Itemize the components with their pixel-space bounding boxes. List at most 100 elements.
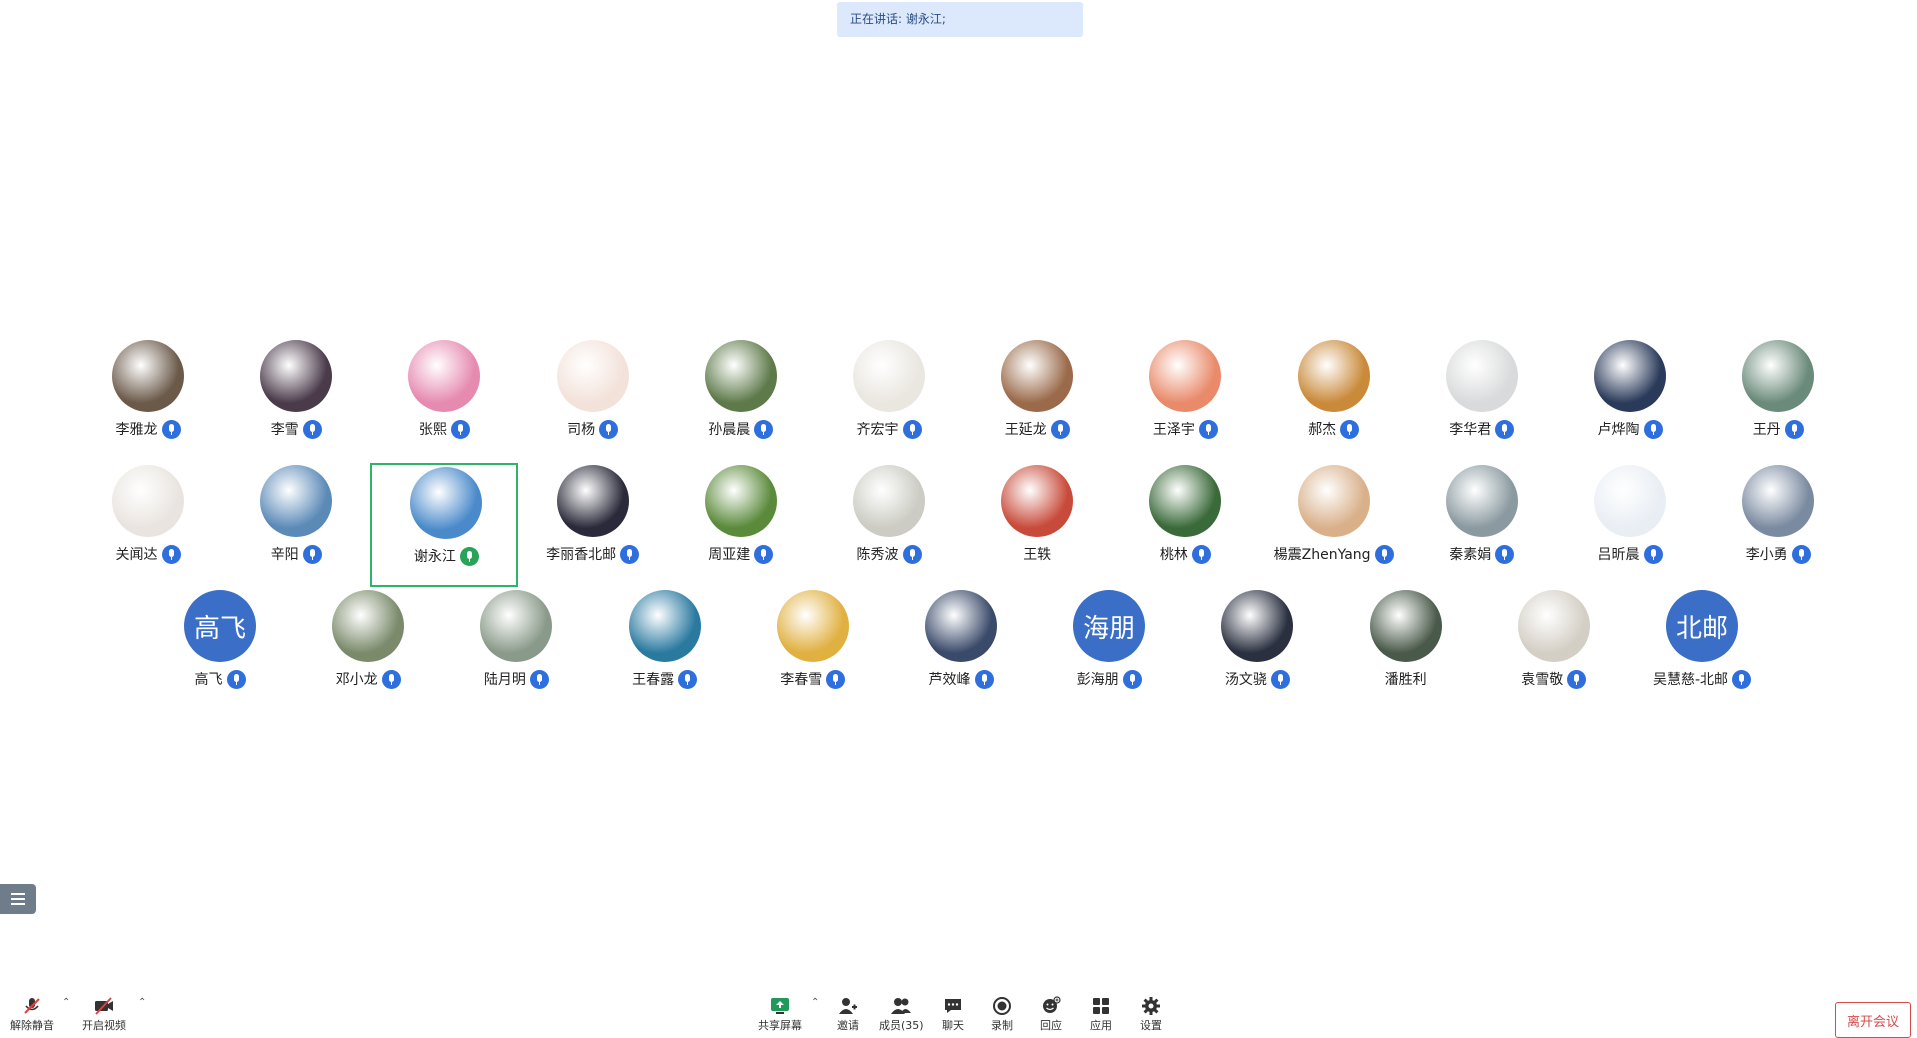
participant-name: 吴慧慈-北邮: [1652, 672, 1729, 688]
mic-icon: [1050, 419, 1070, 439]
share-screen-button[interactable]: 共享屏幕: [758, 995, 802, 1035]
participant-name-row: 彭海朋: [1035, 668, 1183, 690]
reaction-button[interactable]: 回应: [1039, 995, 1063, 1035]
participant-tile[interactable]: 吕昕晨: [1556, 463, 1704, 587]
avatar: [1001, 465, 1074, 537]
participant-name-row: 汤文骁: [1183, 668, 1331, 690]
settings-label: 设置: [1140, 1019, 1162, 1032]
avatar: [1149, 465, 1222, 537]
participant-tile[interactable]: 李雅龙: [74, 338, 222, 462]
participant-name: 桃林: [1159, 547, 1188, 563]
participant-tile[interactable]: 卢烨陶: [1556, 338, 1704, 462]
participant-name: 谢永江: [413, 549, 456, 565]
participant-tile[interactable]: 李春雪: [739, 588, 887, 712]
participant-name-row: 芦效峰: [887, 668, 1035, 690]
participant-tile[interactable]: 李华君: [1408, 338, 1556, 462]
participant-tile[interactable]: 海朋 彭海朋: [1035, 588, 1183, 712]
share-options-caret-icon[interactable]: ⌃: [811, 997, 819, 1008]
avatar: [112, 465, 184, 537]
participant-name-row: 李春雪: [739, 668, 887, 690]
avatar: [556, 340, 629, 412]
participant-name: 王泽宇: [1152, 422, 1195, 438]
start-video-button[interactable]: 开启视频: [82, 995, 126, 1035]
participant-name: 李春雪: [780, 672, 823, 688]
mic-icon: [381, 669, 401, 689]
participant-tile[interactable]: 司杨: [519, 338, 667, 462]
member-list-toggle-button[interactable]: [0, 884, 36, 914]
avatar: 海朋: [1073, 590, 1146, 662]
avatar: [925, 590, 997, 662]
avatar: [1297, 465, 1370, 537]
unmute-button[interactable]: 解除静音: [10, 995, 54, 1035]
participant-tile[interactable]: 周亚建: [667, 463, 815, 587]
participant-tile[interactable]: 陆月明: [442, 588, 590, 712]
avatar: [260, 340, 333, 412]
avatar: [1001, 340, 1074, 412]
settings-button[interactable]: 设置: [1139, 995, 1163, 1035]
participant-tile[interactable]: 齐宏宇: [815, 338, 963, 462]
participant-name-row: 王泽宇: [1111, 418, 1259, 440]
video-options-caret-icon[interactable]: ⌃: [138, 997, 146, 1008]
avatar: [1445, 465, 1518, 537]
apps-button[interactable]: 应用: [1089, 995, 1113, 1035]
participant-tile[interactable]: 孙晨晨: [667, 338, 815, 462]
mic-icon: [1643, 419, 1663, 439]
participant-tile[interactable]: 关闻达: [74, 463, 222, 587]
participant-name-row: 周亚建: [667, 543, 815, 565]
participant-name: 卢烨陶: [1597, 422, 1640, 438]
participant-tile[interactable]: 王轶: [963, 463, 1111, 587]
participant-name: 王丹: [1752, 422, 1781, 438]
participant-tile[interactable]: 楊震ZhenYang: [1260, 463, 1408, 587]
participant-name-row: 李雅龙: [74, 418, 222, 440]
participant-tile[interactable]: 张熙: [370, 338, 518, 462]
mic-icon: [754, 544, 774, 564]
participant-tile[interactable]: 陈秀波: [815, 463, 963, 587]
participant-name-row: 李雪: [222, 418, 370, 440]
participant-tile[interactable]: 王延龙: [963, 338, 1111, 462]
record-button[interactable]: 录制: [990, 995, 1014, 1035]
participant-tile[interactable]: 王春露: [591, 588, 739, 712]
participant-tile[interactable]: 李小勇: [1704, 463, 1852, 587]
participant-name: 彭海朋: [1076, 672, 1119, 688]
avatar: [1297, 340, 1370, 412]
avatar: [853, 465, 925, 537]
participant-tile[interactable]: 汤文骁: [1183, 588, 1331, 712]
avatar: [628, 590, 701, 662]
participant-name: 李丽香北邮: [546, 547, 617, 563]
participant-tile[interactable]: 郝杰: [1260, 338, 1408, 462]
participant-tile[interactable]: 辛阳: [222, 463, 370, 587]
invite-button[interactable]: 邀请: [836, 995, 860, 1035]
members-button[interactable]: 成员(35): [879, 995, 924, 1035]
audio-options-caret-icon[interactable]: ⌃: [62, 997, 70, 1008]
participant-tile[interactable]: 邓小龙: [294, 588, 442, 712]
participant-tile[interactable]: 北邮 吴慧慈-北邮: [1628, 588, 1776, 712]
participant-tile[interactable]: 秦素娟: [1408, 463, 1556, 587]
participant-name: 辛阳: [270, 547, 299, 563]
participant-name: 关闻达: [115, 547, 158, 563]
participant-tile[interactable]: 李雪: [222, 338, 370, 462]
participant-tile[interactable]: 高飞 高飞: [146, 588, 294, 712]
participant-tile[interactable]: 王泽宇: [1111, 338, 1259, 462]
participant-name: 吕昕晨: [1597, 547, 1640, 563]
mic-icon: [161, 544, 181, 564]
mic-icon: [1567, 669, 1587, 689]
invite-label: 邀请: [837, 1019, 859, 1032]
participant-tile[interactable]: 潘胜利: [1332, 588, 1480, 712]
participant-tile[interactable]: 谢永江: [370, 463, 519, 587]
leave-meeting-button[interactable]: 离开会议: [1835, 1002, 1911, 1038]
participant-name-row: 袁雪敬: [1480, 668, 1628, 690]
participant-tile[interactable]: 袁雪敬: [1480, 588, 1628, 712]
participant-name-row: 吴慧慈-北邮: [1628, 668, 1776, 690]
participant-name: 潘胜利: [1384, 672, 1427, 688]
participant-tile[interactable]: 李丽香北邮: [519, 463, 667, 587]
participant-tile[interactable]: 王丹: [1704, 338, 1852, 462]
avatar: [704, 465, 777, 537]
participant-tile[interactable]: 桃林: [1111, 463, 1259, 587]
participant-name: 邓小龙: [335, 672, 378, 688]
participant-name: 陈秀波: [856, 547, 899, 563]
chat-button[interactable]: 聊天: [941, 995, 965, 1035]
mic-icon: [678, 669, 698, 689]
participant-tile[interactable]: 芦效峰: [887, 588, 1035, 712]
list-icon: [11, 893, 25, 895]
participant-name-row: 王延龙: [963, 418, 1111, 440]
